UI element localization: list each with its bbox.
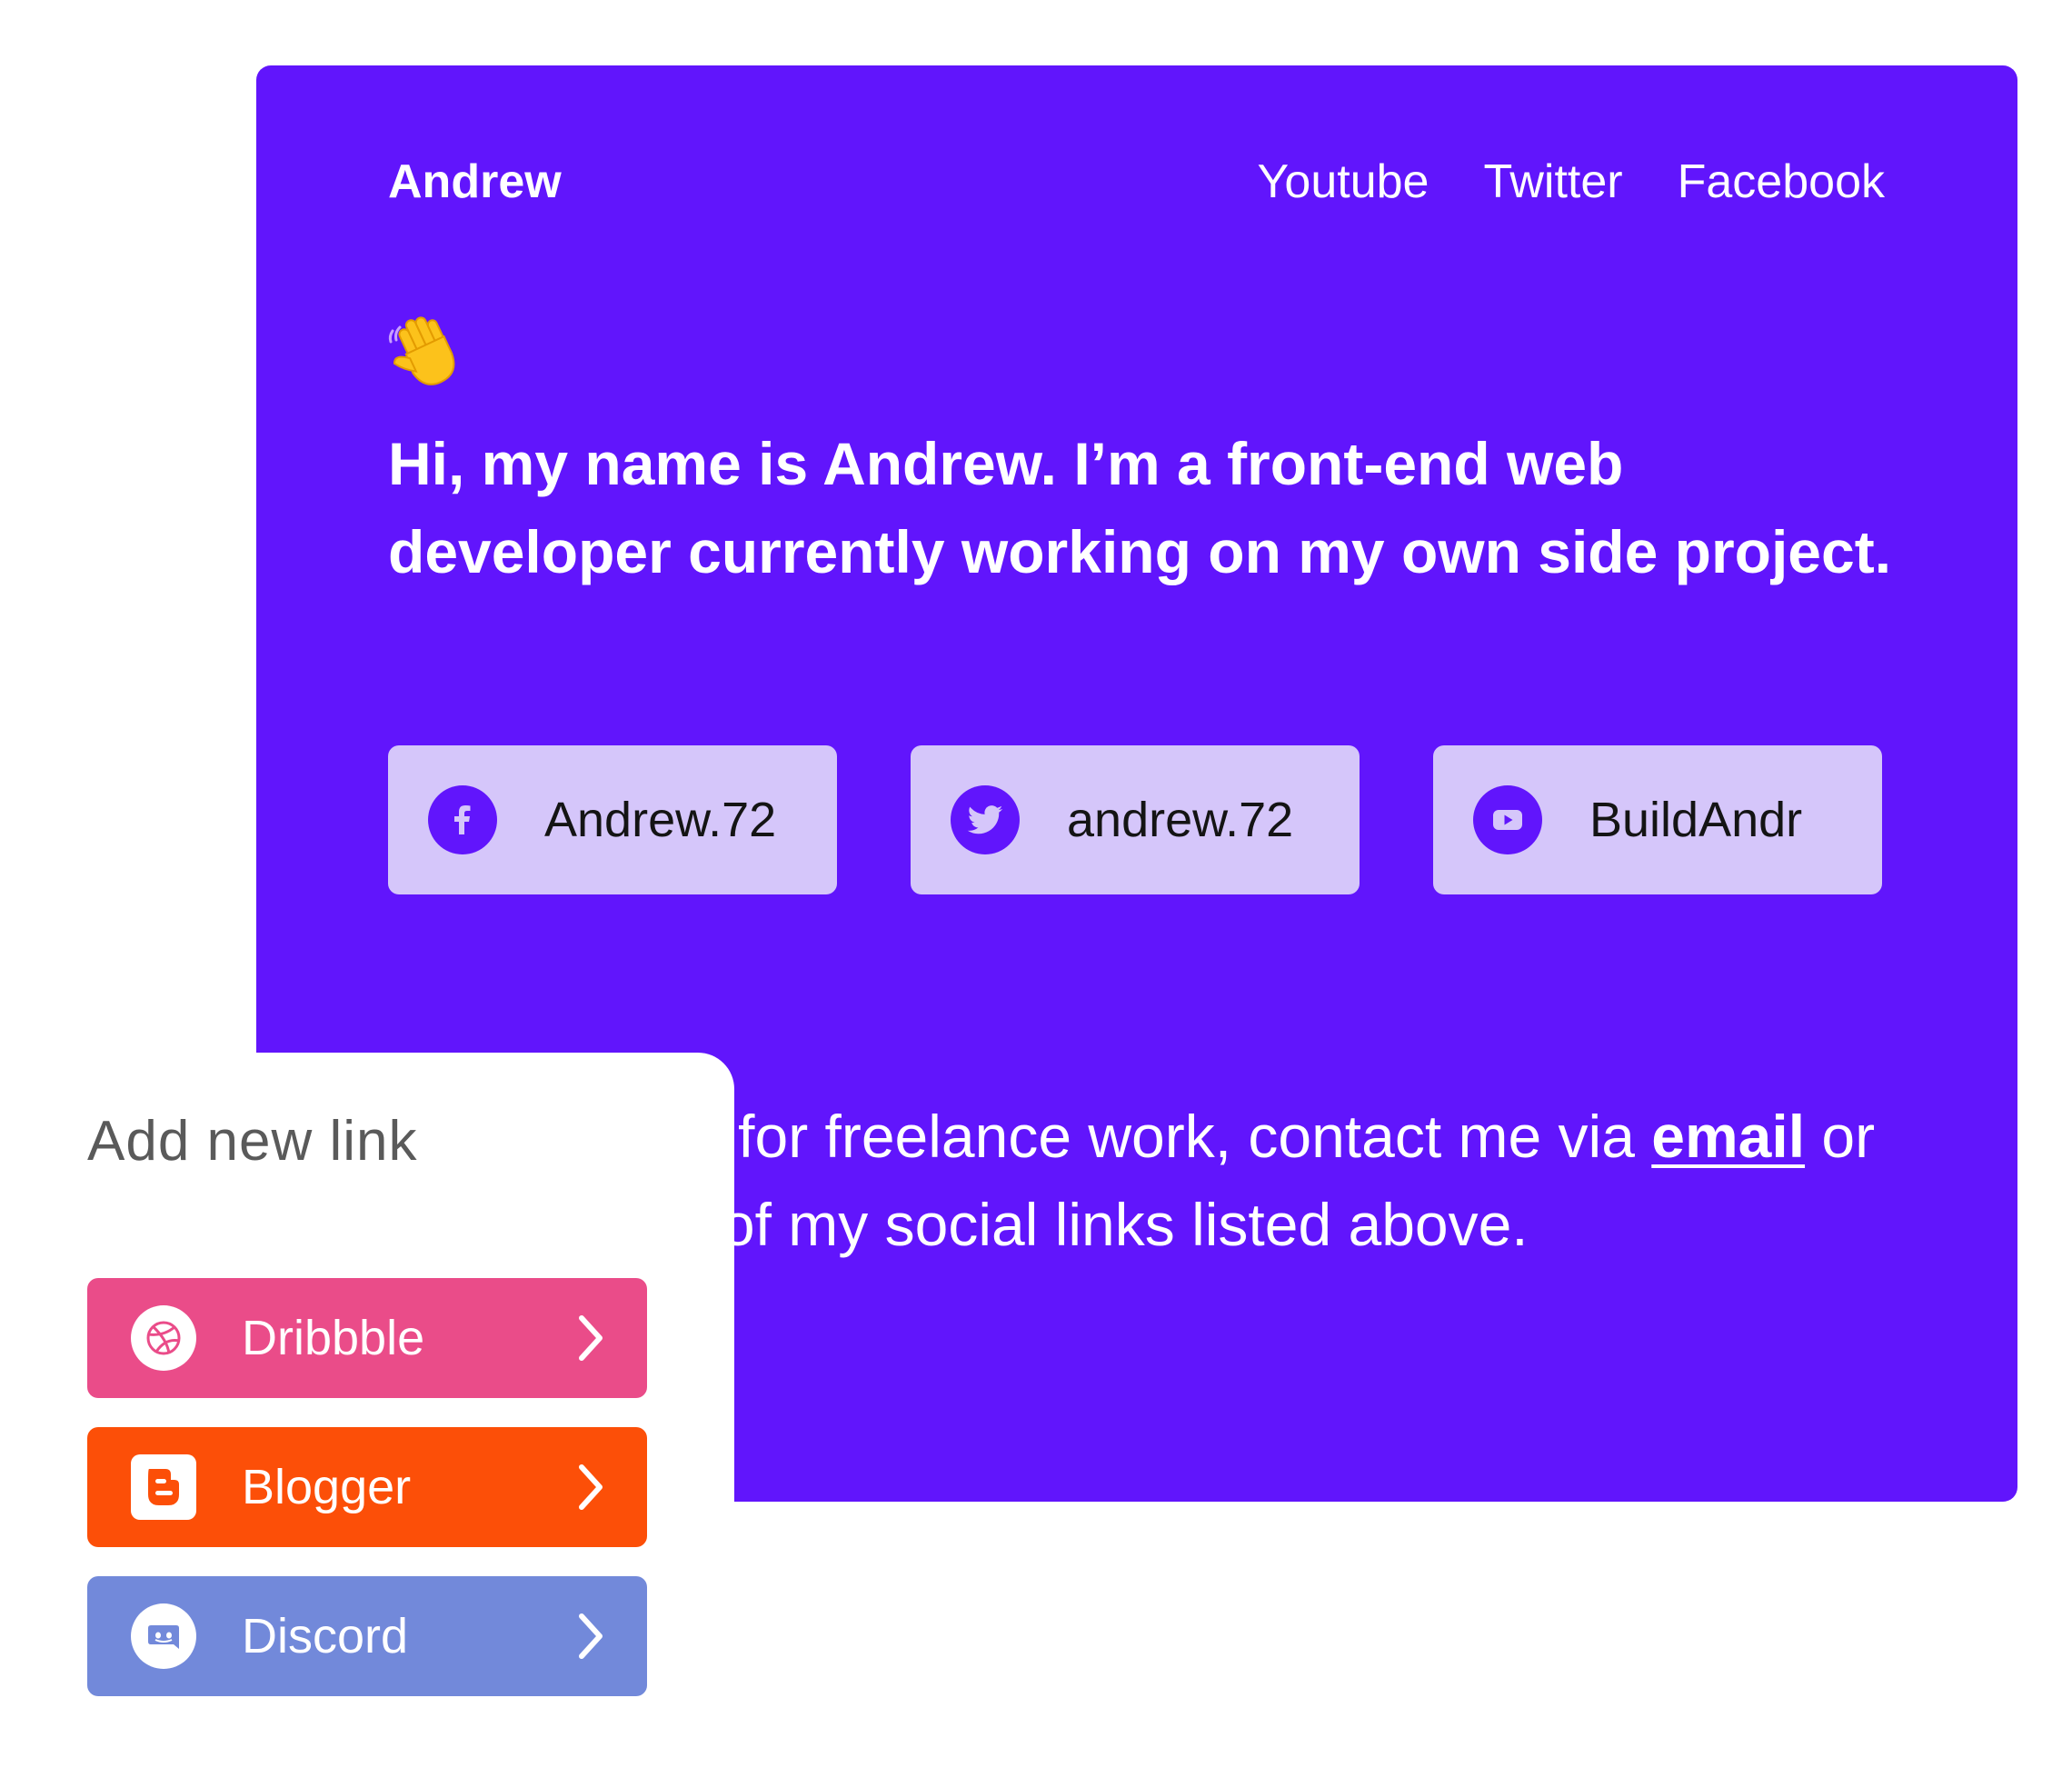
chevron-right-icon [573, 1313, 609, 1363]
email-link[interactable]: email [1651, 1103, 1805, 1170]
youtube-button[interactable]: BuildAndr [1433, 745, 1882, 894]
youtube-icon [1473, 785, 1542, 854]
blogger-label: Blogger [242, 1460, 412, 1514]
discord-label: Discord [242, 1609, 409, 1663]
dribbble-link-button[interactable]: Dribbble [87, 1278, 647, 1398]
dribbble-icon [131, 1305, 196, 1371]
youtube-handle: BuildAndr [1589, 793, 1803, 847]
nav-link-facebook[interactable]: Facebook [1678, 155, 1885, 209]
facebook-icon [428, 785, 497, 854]
facebook-button[interactable]: Andrew.72 [388, 745, 837, 894]
brand-name: Andrew [388, 155, 562, 208]
chevron-right-icon [573, 1611, 609, 1662]
add-link-panel: Add new link Dribbble Blogger Discord [0, 1053, 734, 1778]
dribbble-label: Dribbble [242, 1311, 425, 1365]
intro-heading: Hi, my name is Andrew. I’m a front-end w… [388, 430, 1892, 585]
nav-link-twitter[interactable]: Twitter [1483, 155, 1622, 209]
discord-link-button[interactable]: Discord [87, 1576, 647, 1696]
discord-icon [131, 1603, 196, 1669]
nav-link-youtube[interactable]: Youtube [1258, 155, 1429, 209]
twitter-button[interactable]: andrew.72 [911, 745, 1360, 894]
chevron-right-icon [573, 1462, 609, 1513]
top-nav: Youtube Twitter Facebook [1258, 155, 1885, 209]
facebook-handle: Andrew.72 [544, 793, 777, 847]
social-buttons: Andrew.72 andrew.72 BuildAndr [388, 745, 1882, 894]
add-link-title: Add new link [87, 1110, 418, 1173]
blogger-link-button[interactable]: Blogger [87, 1427, 647, 1547]
twitter-icon [951, 785, 1020, 854]
waving-hand-icon [388, 316, 455, 385]
twitter-handle: andrew.72 [1067, 793, 1294, 847]
blogger-icon [131, 1454, 196, 1520]
